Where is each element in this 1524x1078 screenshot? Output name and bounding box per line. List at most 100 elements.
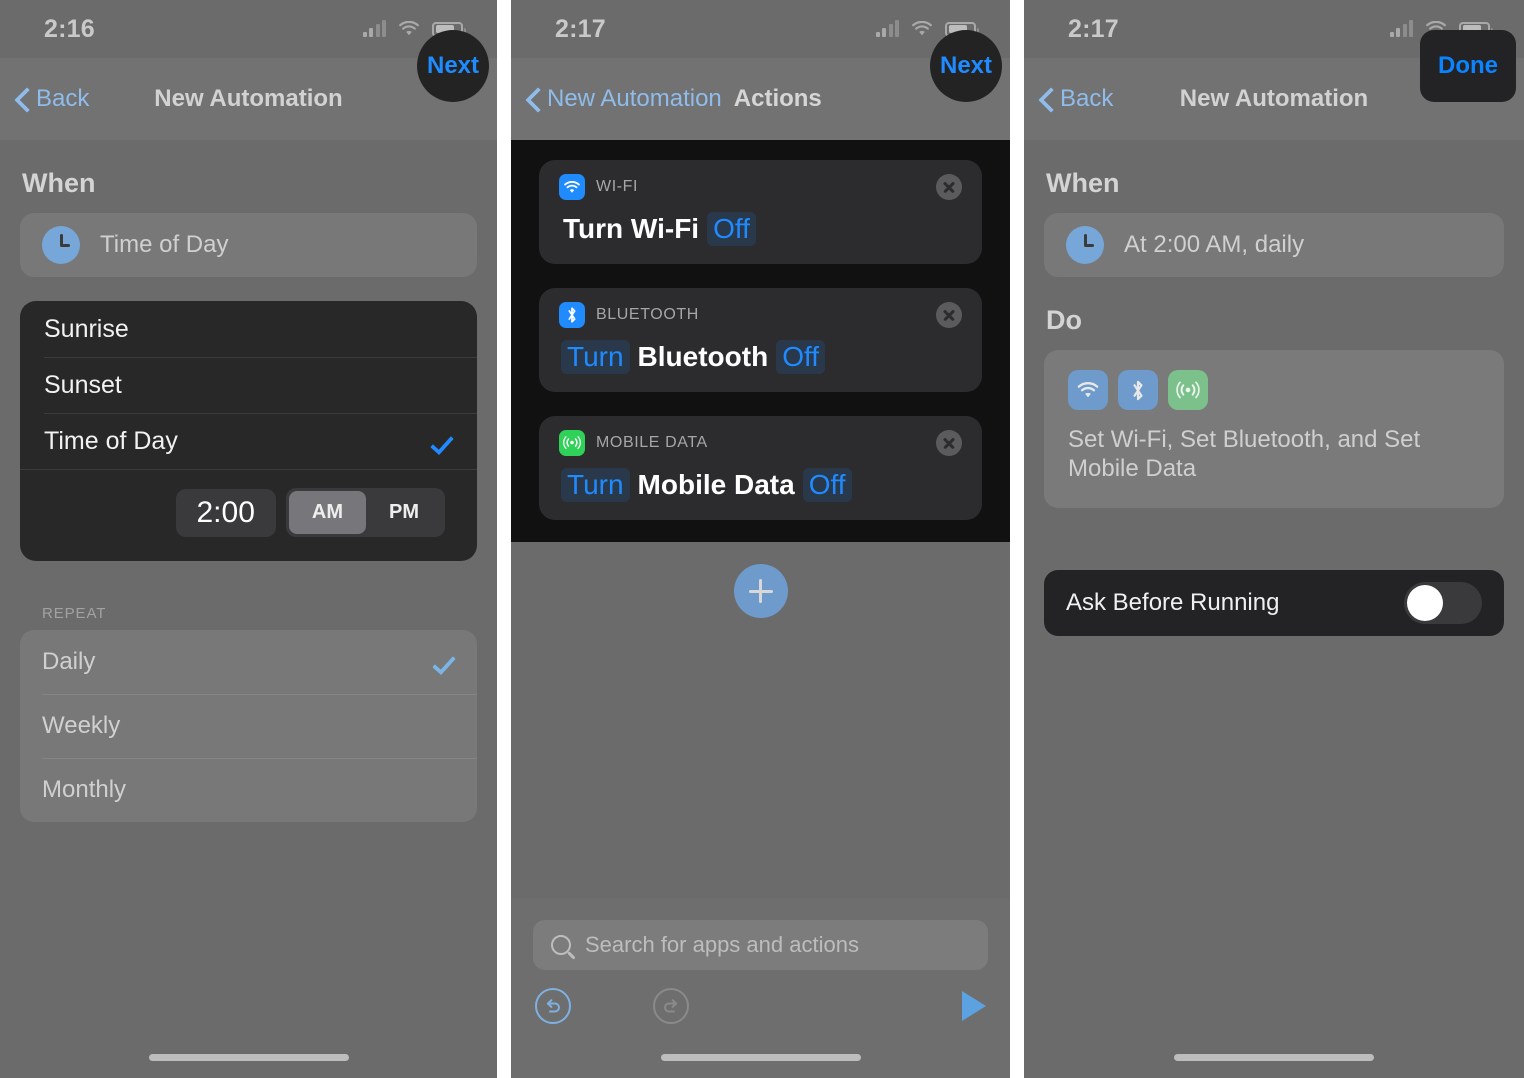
cellular-signal-icon bbox=[362, 20, 386, 37]
action-card-header: MOBILE DATA bbox=[559, 430, 962, 456]
home-indicator bbox=[1174, 1054, 1374, 1061]
back-button[interactable]: New Automation bbox=[527, 85, 722, 113]
repeat-group-label: REPEAT bbox=[42, 605, 107, 622]
meridiem-segmented-control[interactable]: AM PM bbox=[285, 488, 445, 537]
do-summary-text: Set Wi-Fi, Set Bluetooth, and Set Mobile… bbox=[1068, 426, 1421, 482]
close-icon[interactable] bbox=[936, 302, 962, 328]
picker-option-sunrise[interactable]: Sunrise bbox=[20, 301, 477, 357]
action-card-bluetooth[interactable]: BLUETOOTH Turn Bluetooth Off bbox=[539, 288, 982, 392]
picker-option-label: Time of Day bbox=[44, 426, 178, 455]
repeat-option-weekly[interactable]: Weekly bbox=[20, 694, 477, 758]
do-heading: Do bbox=[1046, 305, 1082, 335]
repeat-option-label: Weekly bbox=[42, 712, 121, 739]
search-placeholder: Search for apps and actions bbox=[585, 932, 859, 957]
checkmark-icon bbox=[432, 648, 456, 676]
repeat-option-daily[interactable]: Daily bbox=[20, 630, 477, 694]
action-parameter-token[interactable]: Turn bbox=[561, 340, 630, 374]
done-button-label: Done bbox=[1438, 52, 1498, 79]
back-button-label: Back bbox=[1060, 85, 1114, 112]
action-app-name: BLUETOOTH bbox=[596, 306, 699, 323]
trigger-card[interactable]: At 2:00 AM, daily bbox=[1044, 213, 1504, 277]
search-input[interactable]: Search for apps and actions bbox=[533, 920, 988, 970]
play-icon[interactable] bbox=[962, 991, 986, 1021]
screenshot-strip: 2:16 Back New Automation Next When Time … bbox=[0, 0, 1524, 1078]
panel-2-content: WI-FI Turn Wi-Fi Off BLUETOOTH Turn Blue… bbox=[511, 140, 1010, 618]
close-icon[interactable] bbox=[936, 174, 962, 200]
action-text-part: Bluetooth bbox=[637, 341, 769, 372]
meridiem-option-pm[interactable]: PM bbox=[366, 491, 442, 534]
navigation-bar: Back New Automation Done bbox=[1024, 30, 1524, 140]
time-value-field[interactable]: 2:00 bbox=[175, 488, 276, 537]
action-parameter-token[interactable]: Off bbox=[802, 468, 852, 502]
action-app-name: MOBILE DATA bbox=[596, 434, 708, 451]
next-button[interactable]: Next bbox=[930, 30, 1002, 102]
picker-option-sunset[interactable]: Sunset bbox=[20, 357, 477, 413]
page-title: Actions bbox=[733, 85, 822, 112]
action-parameter-token[interactable]: Turn bbox=[561, 468, 630, 502]
wifi-icon bbox=[559, 174, 585, 200]
done-button[interactable]: Done bbox=[1420, 30, 1516, 102]
panel-1-content: When Time of Day Sunrise Sunset Time of … bbox=[0, 168, 497, 822]
undo-icon[interactable] bbox=[535, 988, 571, 1024]
picker-option-label: Sunset bbox=[44, 370, 122, 399]
actions-list: WI-FI Turn Wi-Fi Off BLUETOOTH Turn Blue… bbox=[511, 140, 1010, 542]
action-card-header: BLUETOOTH bbox=[559, 302, 962, 328]
back-button[interactable]: Back bbox=[16, 85, 89, 113]
trigger-row[interactable]: At 2:00 AM, daily bbox=[1044, 213, 1504, 277]
redo-icon[interactable] bbox=[653, 988, 689, 1024]
do-summary-card[interactable]: Set Wi-Fi, Set Bluetooth, and Set Mobile… bbox=[1044, 350, 1504, 508]
editor-toolbar: Search for apps and actions bbox=[511, 898, 1010, 1078]
chevron-left-icon bbox=[16, 87, 29, 111]
search-icon bbox=[551, 935, 571, 955]
actions-region: WI-FI Turn Wi-Fi Off BLUETOOTH Turn Blue… bbox=[511, 140, 1010, 542]
meridiem-option-am[interactable]: AM bbox=[288, 491, 366, 534]
when-heading: When bbox=[1046, 168, 1120, 198]
action-card-mobile-data[interactable]: MOBILE DATA Turn Mobile Data Off bbox=[539, 416, 982, 520]
repeat-option-label: Daily bbox=[42, 648, 96, 675]
action-card-wifi[interactable]: WI-FI Turn Wi-Fi Off bbox=[539, 160, 982, 264]
picker-option-time-of-day[interactable]: Time of Day bbox=[20, 413, 477, 469]
bluetooth-icon bbox=[559, 302, 585, 328]
action-app-name: WI-FI bbox=[596, 178, 639, 195]
back-button[interactable]: Back bbox=[1040, 85, 1113, 113]
phone-screen-3: 2:17 Back New Automation Done When At 2:… bbox=[1024, 0, 1524, 1078]
cellular-icon bbox=[559, 430, 585, 456]
action-parameter-token[interactable]: Off bbox=[776, 340, 826, 374]
picker-option-label: Sunrise bbox=[44, 314, 129, 343]
navigation-bar: New Automation Actions Next bbox=[511, 30, 1010, 140]
clock-icon bbox=[42, 226, 80, 264]
next-button-label: Next bbox=[939, 52, 993, 79]
cellular-signal-icon bbox=[1389, 20, 1413, 37]
plus-icon[interactable] bbox=[733, 564, 788, 618]
wifi-icon bbox=[1068, 370, 1108, 410]
action-description: Turn Bluetooth Off bbox=[559, 340, 962, 374]
wifi-icon bbox=[911, 20, 933, 37]
back-button-label: Back bbox=[36, 85, 90, 112]
bluetooth-icon bbox=[1118, 370, 1158, 410]
status-bar-time: 2:17 bbox=[1068, 14, 1119, 43]
ask-before-running-row[interactable]: Ask Before Running bbox=[1044, 569, 1504, 636]
repeat-card: Daily Weekly Monthly bbox=[20, 630, 477, 822]
phone-screen-2: 2:17 New Automation Actions Next WI-FI T… bbox=[511, 0, 1010, 1078]
trigger-row[interactable]: Time of Day bbox=[20, 213, 477, 277]
toggle-knob bbox=[1407, 584, 1443, 621]
home-indicator bbox=[148, 1054, 349, 1061]
panel-3-content: When At 2:00 AM, daily Do Set Wi-Fi, Set… bbox=[1024, 168, 1524, 636]
action-description: Turn Mobile Data Off bbox=[559, 468, 962, 502]
chevron-left-icon bbox=[527, 87, 540, 111]
status-bar-time: 2:17 bbox=[555, 14, 606, 43]
trigger-label: Time of Day bbox=[100, 231, 229, 258]
action-parameter-token[interactable]: Off bbox=[707, 212, 756, 246]
next-button[interactable]: Next bbox=[417, 30, 489, 102]
close-icon[interactable] bbox=[936, 430, 962, 456]
ask-before-running-toggle[interactable] bbox=[1404, 581, 1482, 624]
trigger-card[interactable]: Time of Day bbox=[20, 213, 477, 277]
status-bar-time: 2:16 bbox=[44, 14, 95, 43]
clock-icon bbox=[1066, 226, 1104, 264]
repeat-option-monthly[interactable]: Monthly bbox=[20, 758, 477, 822]
cellular-signal-icon bbox=[875, 20, 899, 37]
checkmark-icon bbox=[430, 427, 454, 456]
wifi-icon bbox=[398, 20, 420, 37]
toolbar-buttons bbox=[511, 970, 1010, 1024]
action-text-part: Mobile Data bbox=[637, 469, 795, 500]
